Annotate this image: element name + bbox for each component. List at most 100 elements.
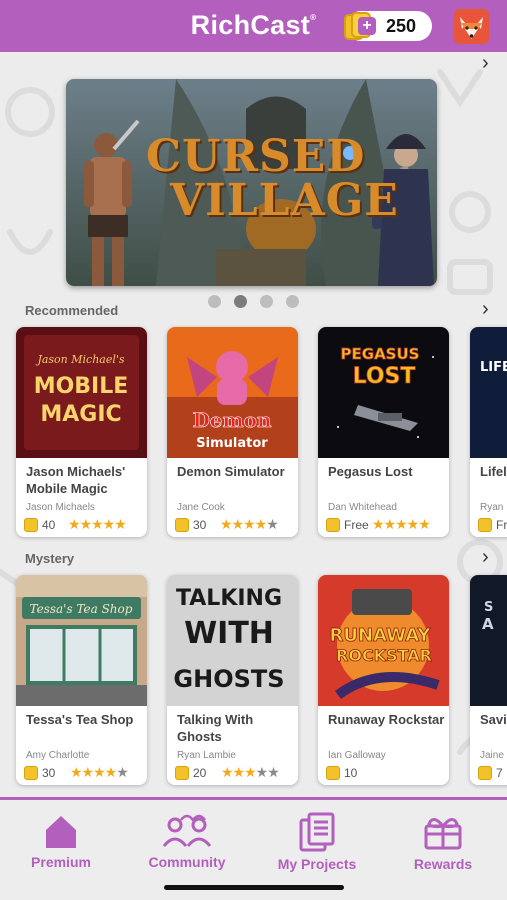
nav-rewards[interactable]: Rewards [388,812,498,872]
story-price: 10 [344,766,358,780]
svg-text:TALKING: TALKING [176,586,282,611]
story-author: Jaine [480,750,504,761]
story-title: Savi Arks [480,712,507,727]
coin-icon [478,766,492,780]
story-price: 7 [496,766,503,780]
svg-text:Demon: Demon [192,408,272,432]
story-author: Jason Michaels [26,502,95,513]
story-card-partial[interactable]: S A Savi Arks Jaine 7 [470,575,507,785]
svg-text:GHOSTS: GHOSTS [173,665,284,693]
svg-text:A: A [482,615,494,633]
nav-community[interactable]: Community [132,812,242,870]
nav-label-premium: Premium [31,854,91,870]
carousel-dot[interactable] [286,295,299,308]
story-price: 40 [42,518,56,532]
carousel-dot[interactable] [260,295,273,308]
story-author: Dan Whitehead [328,502,397,513]
chevron-right-icon[interactable]: › [482,52,489,75]
rating-stars: ★★★★★ [372,516,431,532]
coin-count: 250 [386,16,417,36]
carousel-dot[interactable] [208,295,221,308]
coin-icon [175,766,189,780]
svg-text:MAGIC: MAGIC [40,402,121,427]
svg-text:Jason Michael's: Jason Michael's [35,353,124,366]
story-price: Free [344,518,369,532]
story-title: Demon Simulator [177,464,285,479]
coin-icon [478,518,492,532]
svg-text:LOST: LOST [353,364,416,389]
story-title: Lifel [480,464,507,479]
cover-pegasus-lost: PEGASUS LOST [318,327,449,458]
story-title: Runaway Rockstar [328,712,445,727]
home-content[interactable]: › CURSED VILLAGE Recommended › Jason Mic… [0,52,507,797]
story-author: Ian Galloway [328,750,386,761]
coin-balance-button[interactable]: + 250 [344,11,432,41]
story-title: Pegasus Lost [328,464,413,479]
cover-demon-simulator: Demon Simulator [167,327,298,458]
svg-text:Tessa's Tea Shop: Tessa's Tea Shop [30,602,133,616]
story-card-runaway-rockstar[interactable]: RUNAWAY ROCKSTAR Runaway Rockstar Ian Ga… [318,575,449,785]
story-title: Talking With Ghosts [177,712,254,744]
cover-mobile-magic: Jason Michael's MOBILE MAGIC [16,327,147,458]
carousel-dot-active[interactable] [234,295,247,308]
story-card-mobile-magic[interactable]: Jason Michael's MOBILE MAGIC Jason Micha… [16,327,147,537]
coin-icon: + [344,11,378,41]
story-author: Amy Charlotte [26,750,90,761]
coin-icon [175,518,189,532]
story-price: Fr [496,518,507,532]
plus-icon: + [358,17,376,35]
story-price: 20 [193,766,207,780]
section-title-mystery: Mystery [25,551,75,566]
projects-icon [299,812,335,852]
story-author: Jane Cook [177,502,225,513]
gift-icon [424,818,462,850]
svg-text:RUNAWAY: RUNAWAY [330,625,432,646]
story-card-pegasus-lost[interactable]: PEGASUS LOST Pegasus Lost Dan Whitehead … [318,327,449,537]
nav-my-projects[interactable]: My Projects [262,812,372,872]
story-title: Tessa's Tea Shop [26,712,134,727]
svg-text:S: S [484,600,493,615]
featured-banner-cursed-village[interactable]: CURSED VILLAGE [66,79,437,286]
coin-icon [24,518,38,532]
community-icon [162,814,212,847]
coin-icon [24,766,38,780]
story-title: Jason Michaels' Mobile Magic [26,464,126,496]
story-author: Ryan Lambie [177,750,236,761]
rating-stars: ★★★★★ [68,516,127,532]
cover-runaway-rockstar: RUNAWAY ROCKSTAR [318,575,449,706]
app-header: RichCast® + 250 [0,0,507,52]
home-indicator[interactable] [164,885,344,890]
story-card-tessas-tea-shop[interactable]: Tessa's Tea Shop Tessa's Tea Shop Amy Ch… [16,575,147,785]
svg-text:MOBILE: MOBILE [34,374,129,399]
cover-partial: LIFE [470,327,507,458]
rating-stars: ★★★★★ [221,764,280,780]
chevron-right-icon[interactable]: › [482,298,489,321]
story-price: 30 [193,518,207,532]
cover-partial: S A [470,575,507,706]
story-author: Ryan [480,502,504,513]
chevron-right-icon[interactable]: › [482,546,489,569]
svg-text:LIFE: LIFE [480,360,507,375]
section-title-recommended: Recommended [25,303,119,318]
cover-tessas-tea-shop: Tessa's Tea Shop [16,575,147,706]
cover-talking-with-ghosts: TALKING WITH GHOSTS [167,575,298,706]
story-card-demon-simulator[interactable]: Demon Simulator Demon Simulator Jane Coo… [167,327,298,537]
coin-icon [326,766,340,780]
banner-title-line2: VILLAGE [170,175,399,226]
svg-text:ROCKSTAR: ROCKSTAR [336,646,432,665]
nav-label-community: Community [148,854,226,870]
svg-text:Simulator: Simulator [196,436,268,451]
svg-text:WITH: WITH [184,616,274,651]
rating-stars: ★★★★★ [220,516,279,532]
nav-label-my-projects: My Projects [277,856,357,872]
story-card-partial[interactable]: LIFE Lifel Ryan Fr [470,327,507,537]
nav-label-rewards: Rewards [413,856,473,872]
home-icon [46,816,76,848]
story-card-talking-with-ghosts[interactable]: TALKING WITH GHOSTS Talking With Ghosts … [167,575,298,785]
coin-icon [326,518,340,532]
svg-text:PEGASUS: PEGASUS [341,345,420,363]
nav-premium[interactable]: Premium [6,812,116,870]
rating-stars: ★★★★★ [70,764,129,780]
story-price: 30 [42,766,56,780]
fox-avatar-icon[interactable] [454,9,489,44]
